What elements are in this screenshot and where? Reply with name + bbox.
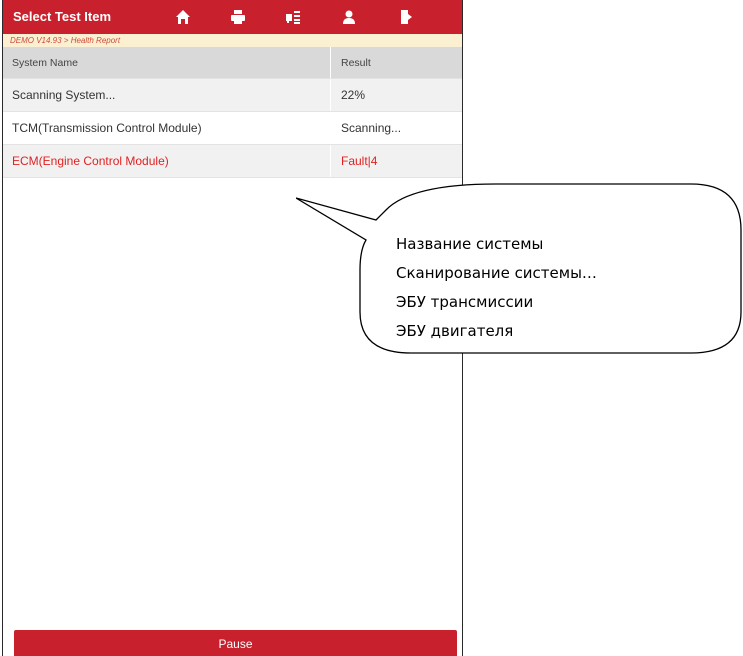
system-name-cell: Scanning System... (12, 88, 116, 102)
page-title: Select Test Item (13, 9, 112, 24)
system-name-cell: ECM(Engine Control Module) (12, 154, 169, 168)
table-row[interactable]: ECM(Engine Control Module) Fault|4 (3, 145, 462, 178)
column-header-system-name: System Name (12, 56, 78, 69)
callout-text: Название системы Сканирование системы… Э… (396, 230, 726, 346)
result-cell: 22% (330, 79, 462, 111)
pause-button[interactable]: Pause (14, 630, 457, 656)
table-row[interactable]: TCM(Transmission Control Module) Scannin… (3, 112, 462, 145)
table-row[interactable]: Scanning System... 22% (3, 79, 462, 112)
callout-line: ЭБУ трансмиссии (396, 293, 534, 311)
result-cell: Scanning... (330, 112, 462, 144)
breadcrumb: DEMO V14.93 > Health Report (3, 34, 462, 47)
callout-line: Сканирование системы… (396, 264, 597, 282)
callout-line: Название системы (396, 235, 544, 253)
callout-line: ЭБУ двигателя (396, 322, 514, 340)
home-icon[interactable] (163, 0, 203, 34)
exit-icon[interactable] (386, 0, 426, 34)
print-icon[interactable] (218, 0, 258, 34)
result-cell: Fault|4 (330, 145, 462, 177)
results-table: System Name Result Scanning System... 22… (3, 47, 462, 178)
user-icon[interactable] (329, 0, 369, 34)
title-bar: Select Test Item (3, 0, 462, 34)
system-name-cell: TCM(Transmission Control Module) (12, 121, 202, 135)
vehicle-info-icon[interactable] (273, 0, 313, 34)
table-header: System Name Result (3, 47, 462, 79)
column-header-result: Result (330, 47, 462, 78)
